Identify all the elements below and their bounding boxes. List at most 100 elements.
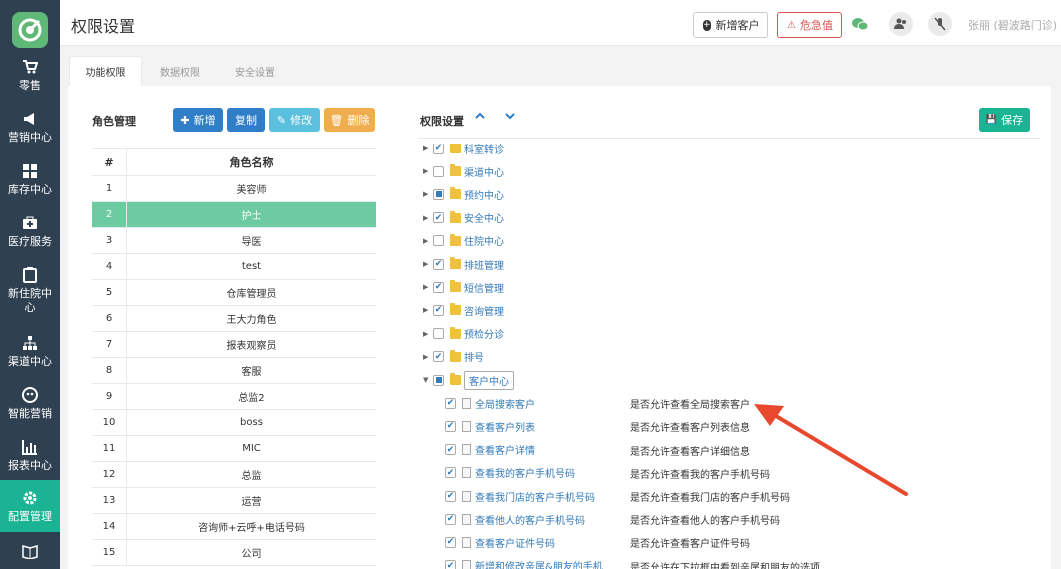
tab-function-permission[interactable]: 功能权限 xyxy=(69,56,142,86)
tree-group-node[interactable]: ▶ ✔ 排班管理 xyxy=(423,254,504,274)
table-row[interactable]: 5 仓库管理员 xyxy=(92,280,376,306)
role-name: 公司 xyxy=(241,549,262,560)
mute-microphone-icon[interactable] xyxy=(928,12,952,36)
tree-leaf-node[interactable]: ✔ 全局搜索客户 xyxy=(445,393,535,413)
folder-icon xyxy=(450,326,461,339)
caret-right-icon[interactable]: ▶ xyxy=(423,353,433,361)
grid-icon xyxy=(21,162,39,180)
sidebar-item-channel[interactable]: 渠道中心 xyxy=(0,334,60,374)
tree-group-node[interactable]: ▶ 住院中心 xyxy=(423,231,504,251)
checkbox[interactable]: ✔ xyxy=(445,467,456,479)
sidebar-item-reports[interactable]: 报表中心 xyxy=(0,438,60,478)
checkbox[interactable]: ✔ xyxy=(433,281,444,293)
tree-leaf-node[interactable]: ✔ 查看客户详情 xyxy=(445,440,535,460)
table-row[interactable]: 7 报表观察员 xyxy=(92,332,376,358)
tree-leaf-node[interactable]: ✔ 查看我门店的客户手机号码 xyxy=(445,486,595,506)
table-row[interactable]: 14 咨询师+云呼+电话号码 xyxy=(92,514,376,540)
tree-group-node[interactable]: ▶ ✔ 科室转诊 xyxy=(423,144,504,158)
checkbox[interactable]: ✔ xyxy=(445,490,456,502)
table-row[interactable]: 13 运营 xyxy=(92,488,376,514)
expand-down-icon[interactable] xyxy=(504,110,516,125)
tree-leaf-node[interactable]: ✔ 新增和修改亲属&朋友的手机 xyxy=(445,556,603,569)
sidebar-item-config[interactable]: 配置管理 xyxy=(0,480,60,532)
caret-right-icon[interactable]: ▶ xyxy=(423,330,433,338)
table-row[interactable]: 10 boss xyxy=(92,410,376,436)
sidebar-item-medical[interactable]: 医疗服务 xyxy=(0,214,60,254)
checkbox[interactable]: ✔ xyxy=(433,212,444,224)
caret-right-icon[interactable]: ▶ xyxy=(423,214,433,222)
tree-group-node[interactable]: ▶ 预约中心 xyxy=(423,184,504,204)
new-customer-button[interactable]: + 新增客户 xyxy=(693,12,768,38)
crisis-value-button[interactable]: ⚠ 危急值 xyxy=(777,12,842,38)
sidebar-item-inventory[interactable]: 库存中心 xyxy=(0,162,60,202)
caret-right-icon[interactable]: ▶ xyxy=(423,167,433,175)
checkbox[interactable] xyxy=(433,165,444,177)
checkbox[interactable] xyxy=(433,235,444,247)
table-row[interactable]: 3 导医 xyxy=(92,228,376,254)
header: 权限设置 + 新增客户 ⚠ 危急值 张丽 (碧波路门诊) ⌵ xyxy=(60,0,1061,46)
table-row[interactable]: 11 MIC xyxy=(92,436,376,462)
tree-leaf-node[interactable]: ✔ 查看客户列表 xyxy=(445,416,535,436)
add-role-button[interactable]: ✚ 新增 xyxy=(173,108,223,132)
table-row[interactable]: 9 总监2 xyxy=(92,384,376,410)
caret-right-icon[interactable]: ▶ xyxy=(423,237,433,245)
edit-role-button[interactable]: ✎ 修改 xyxy=(269,108,320,132)
tab-data-permission[interactable]: 数据权限 xyxy=(145,56,215,86)
tree-group-node[interactable]: ▶ ✔ 安全中心 xyxy=(423,208,504,228)
sidebar-item-inpatient[interactable]: 新住院中心 xyxy=(0,266,60,322)
checkbox[interactable] xyxy=(433,374,444,386)
checkbox[interactable]: ✔ xyxy=(445,420,456,432)
checkbox[interactable]: ✔ xyxy=(445,560,456,569)
caret-right-icon[interactable]: ▶ xyxy=(423,283,433,291)
tree-group-node[interactable]: ▶ 渠道中心 xyxy=(423,161,504,181)
sidebar-item-smart-marketing[interactable]: 智能营销 xyxy=(0,386,60,426)
checkbox[interactable]: ✔ xyxy=(433,304,444,316)
table-row[interactable]: 4 test xyxy=(92,254,376,280)
tree-node-label: 全局搜索客户 xyxy=(475,399,535,411)
wechat-icon[interactable] xyxy=(848,12,872,36)
copy-role-button[interactable]: 复制 xyxy=(227,108,265,132)
role-name: 总监 xyxy=(241,471,262,482)
tree-leaf-node[interactable]: ✔ 查看客户证件号码 xyxy=(445,532,555,552)
table-row[interactable]: 6 王大力角色 xyxy=(92,306,376,332)
tree-group-node[interactable]: ▶ ✔ 咨询管理 xyxy=(423,300,504,320)
caret-right-icon[interactable]: ▶ xyxy=(423,306,433,314)
caret-down-icon[interactable]: ▼ xyxy=(423,376,433,384)
tree-group-node[interactable]: ▶ ✔ 短信管理 xyxy=(423,277,504,297)
caret-right-icon[interactable]: ▶ xyxy=(423,260,433,268)
tree-leaf-node[interactable]: ✔ 查看他人的客户手机号码 xyxy=(445,509,585,529)
sidebar-item-book[interactable] xyxy=(0,542,60,569)
checkbox[interactable]: ✔ xyxy=(433,351,444,363)
save-button[interactable]: 💾 保存 xyxy=(979,108,1030,132)
checkbox[interactable]: ✔ xyxy=(445,397,456,409)
checkbox[interactable]: ✔ xyxy=(445,536,456,548)
table-row[interactable]: 8 客服 xyxy=(92,358,376,384)
caret-right-icon[interactable]: ▶ xyxy=(423,190,433,198)
tree-group-node[interactable]: ▶ ✔ 排号 xyxy=(423,347,484,367)
checkbox[interactable]: ✔ xyxy=(433,258,444,270)
sidebar-item-retail[interactable]: 零售 xyxy=(0,58,60,98)
table-row[interactable]: 15 公司 xyxy=(92,540,376,566)
role-table: # 角色名称 1 美容师 2 护士 3 导医 4 test 5 仓库管理员 6 王大力角色 7 报表观察员… xyxy=(92,148,376,566)
logo[interactable] xyxy=(12,12,48,48)
checkbox[interactable] xyxy=(433,328,444,340)
tree-leaf-node[interactable]: ✔ 查看我的客户手机号码 xyxy=(445,463,575,483)
checkbox[interactable] xyxy=(433,188,444,200)
user-menu[interactable]: 张丽 (碧波路门诊) ⌵ xyxy=(968,17,1061,33)
table-row[interactable]: 1 美容师 xyxy=(92,176,376,202)
tree-group-node[interactable]: ▶ 预检分诊 xyxy=(423,324,504,344)
table-row[interactable]: 2 护士 xyxy=(92,202,376,228)
checkbox[interactable]: ✔ xyxy=(433,144,444,154)
table-row[interactable]: 12 总监 xyxy=(92,462,376,488)
caret-right-icon[interactable]: ▶ xyxy=(423,144,433,152)
tab-security-settings[interactable]: 安全设置 xyxy=(220,56,290,86)
delete-role-button[interactable]: 🗑 删除 xyxy=(324,108,375,132)
role-id: 4 xyxy=(92,254,127,279)
document-icon xyxy=(462,490,471,502)
expand-up-icon[interactable] xyxy=(474,110,486,126)
users-icon[interactable] xyxy=(889,12,913,36)
checkbox[interactable]: ✔ xyxy=(445,444,456,456)
tree-group-node[interactable]: ▼ 客户中心 xyxy=(423,370,514,390)
sidebar-item-marketing[interactable]: 营销中心 xyxy=(0,110,60,150)
checkbox[interactable]: ✔ xyxy=(445,513,456,525)
